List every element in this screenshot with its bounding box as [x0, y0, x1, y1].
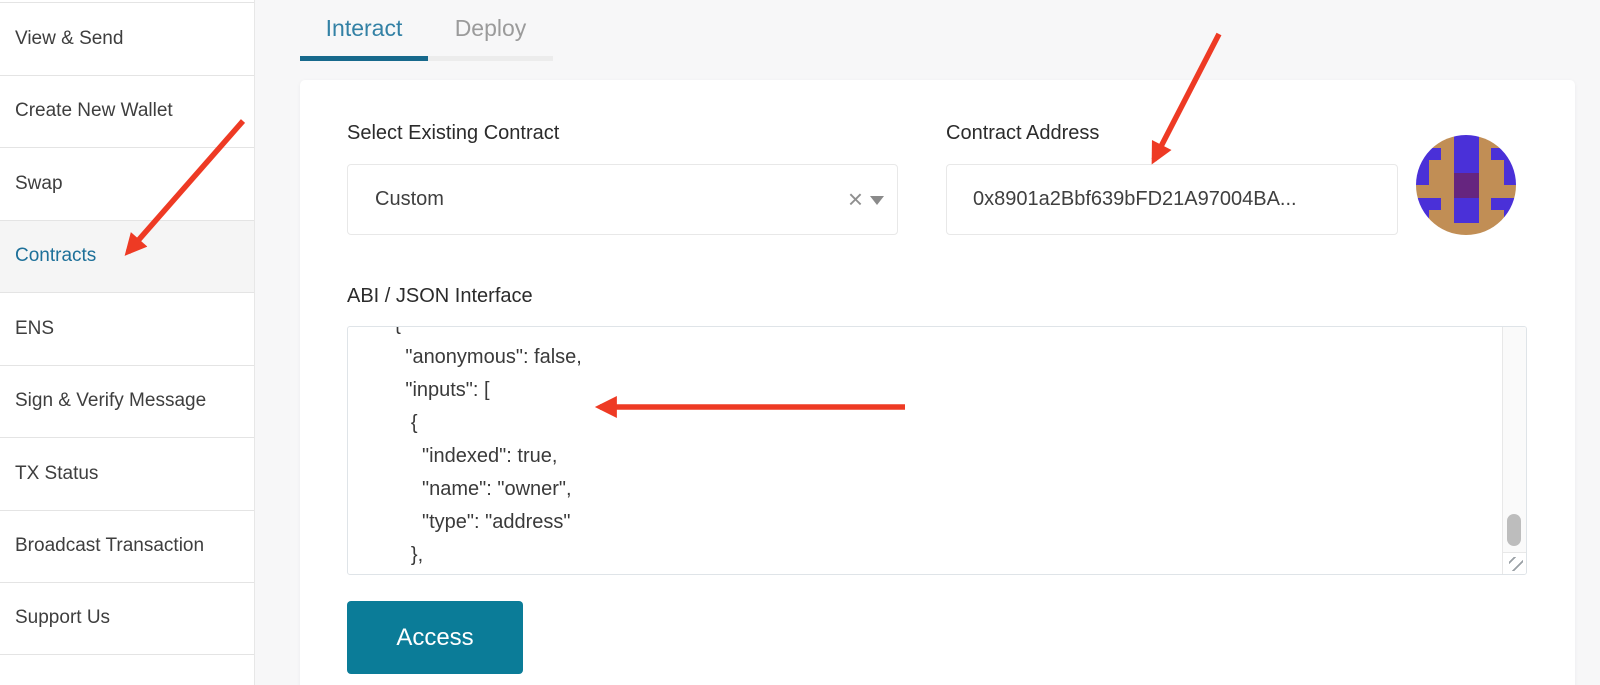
mew-contracts-screen: View & Send Create New Wallet Swap Contr… — [0, 0, 1600, 685]
abi-scrollbar-thumb[interactable] — [1507, 514, 1521, 546]
contract-address-label: Contract Address — [946, 122, 1099, 145]
sidebar-item-ens[interactable]: ENS — [0, 292, 254, 365]
abi-scrollbar-track[interactable] — [1502, 327, 1526, 552]
select-existing-contract-label: Select Existing Contract — [347, 122, 559, 145]
sidebar-item-contracts[interactable]: Contracts — [0, 220, 254, 293]
resize-grip-icon[interactable] — [1509, 557, 1523, 571]
sidebar-item-label: Swap — [15, 173, 63, 195]
tab-label: Deploy — [455, 15, 527, 42]
sidebar-item-swap[interactable]: Swap — [0, 147, 254, 220]
chevron-down-icon[interactable] — [870, 196, 884, 205]
address-identicon — [1416, 135, 1516, 235]
sidebar-item-label: Sign & Verify Message — [15, 390, 206, 412]
sidebar-item-view-send[interactable]: View & Send — [0, 2, 254, 75]
sidebar-item-tx-status[interactable]: TX Status — [0, 437, 254, 510]
abi-json-textarea[interactable]: { "anonymous": false, "inputs": [ { "ind… — [347, 326, 1527, 575]
sidebar-item-sign-verify-message[interactable]: Sign & Verify Message — [0, 365, 254, 438]
abi-resize-corner — [1502, 552, 1526, 574]
identicon-blocks — [1416, 135, 1516, 235]
sidebar-item-support-us[interactable]: Support Us — [0, 582, 254, 655]
sidebar-item-label: Create New Wallet — [15, 100, 173, 122]
interact-contract-card: Select Existing Contract Custom × Contra… — [300, 80, 1575, 685]
tab-deploy[interactable]: Deploy — [428, 0, 553, 61]
sidebar-item-label: Support Us — [15, 607, 110, 629]
abi-json-interface-label: ABI / JSON Interface — [347, 285, 533, 308]
clear-selection-icon[interactable]: × — [848, 185, 863, 211]
sidebar-item-label: Broadcast Transaction — [15, 535, 204, 557]
contract-address-input[interactable] — [946, 164, 1398, 235]
sidebar-item-broadcast-transaction[interactable]: Broadcast Transaction — [0, 510, 254, 583]
abi-json-content: { "anonymous": false, "inputs": [ { "ind… — [348, 326, 1526, 572]
sidebar-item-label: TX Status — [15, 463, 98, 485]
tab-label: Interact — [326, 15, 403, 42]
selected-contract-value: Custom — [375, 188, 897, 211]
contract-tabs: Interact Deploy — [300, 0, 553, 61]
sidebar-item-label: Contracts — [15, 245, 96, 267]
tab-interact[interactable]: Interact — [300, 0, 428, 61]
sidebar-item-create-new-wallet[interactable]: Create New Wallet — [0, 75, 254, 148]
access-button[interactable]: Access — [347, 601, 523, 674]
existing-contract-select[interactable]: Custom × — [347, 164, 898, 235]
sidebar-item-label: View & Send — [15, 28, 123, 50]
sidebar-item-label: ENS — [15, 318, 54, 340]
sidebar: View & Send Create New Wallet Swap Contr… — [0, 0, 255, 685]
